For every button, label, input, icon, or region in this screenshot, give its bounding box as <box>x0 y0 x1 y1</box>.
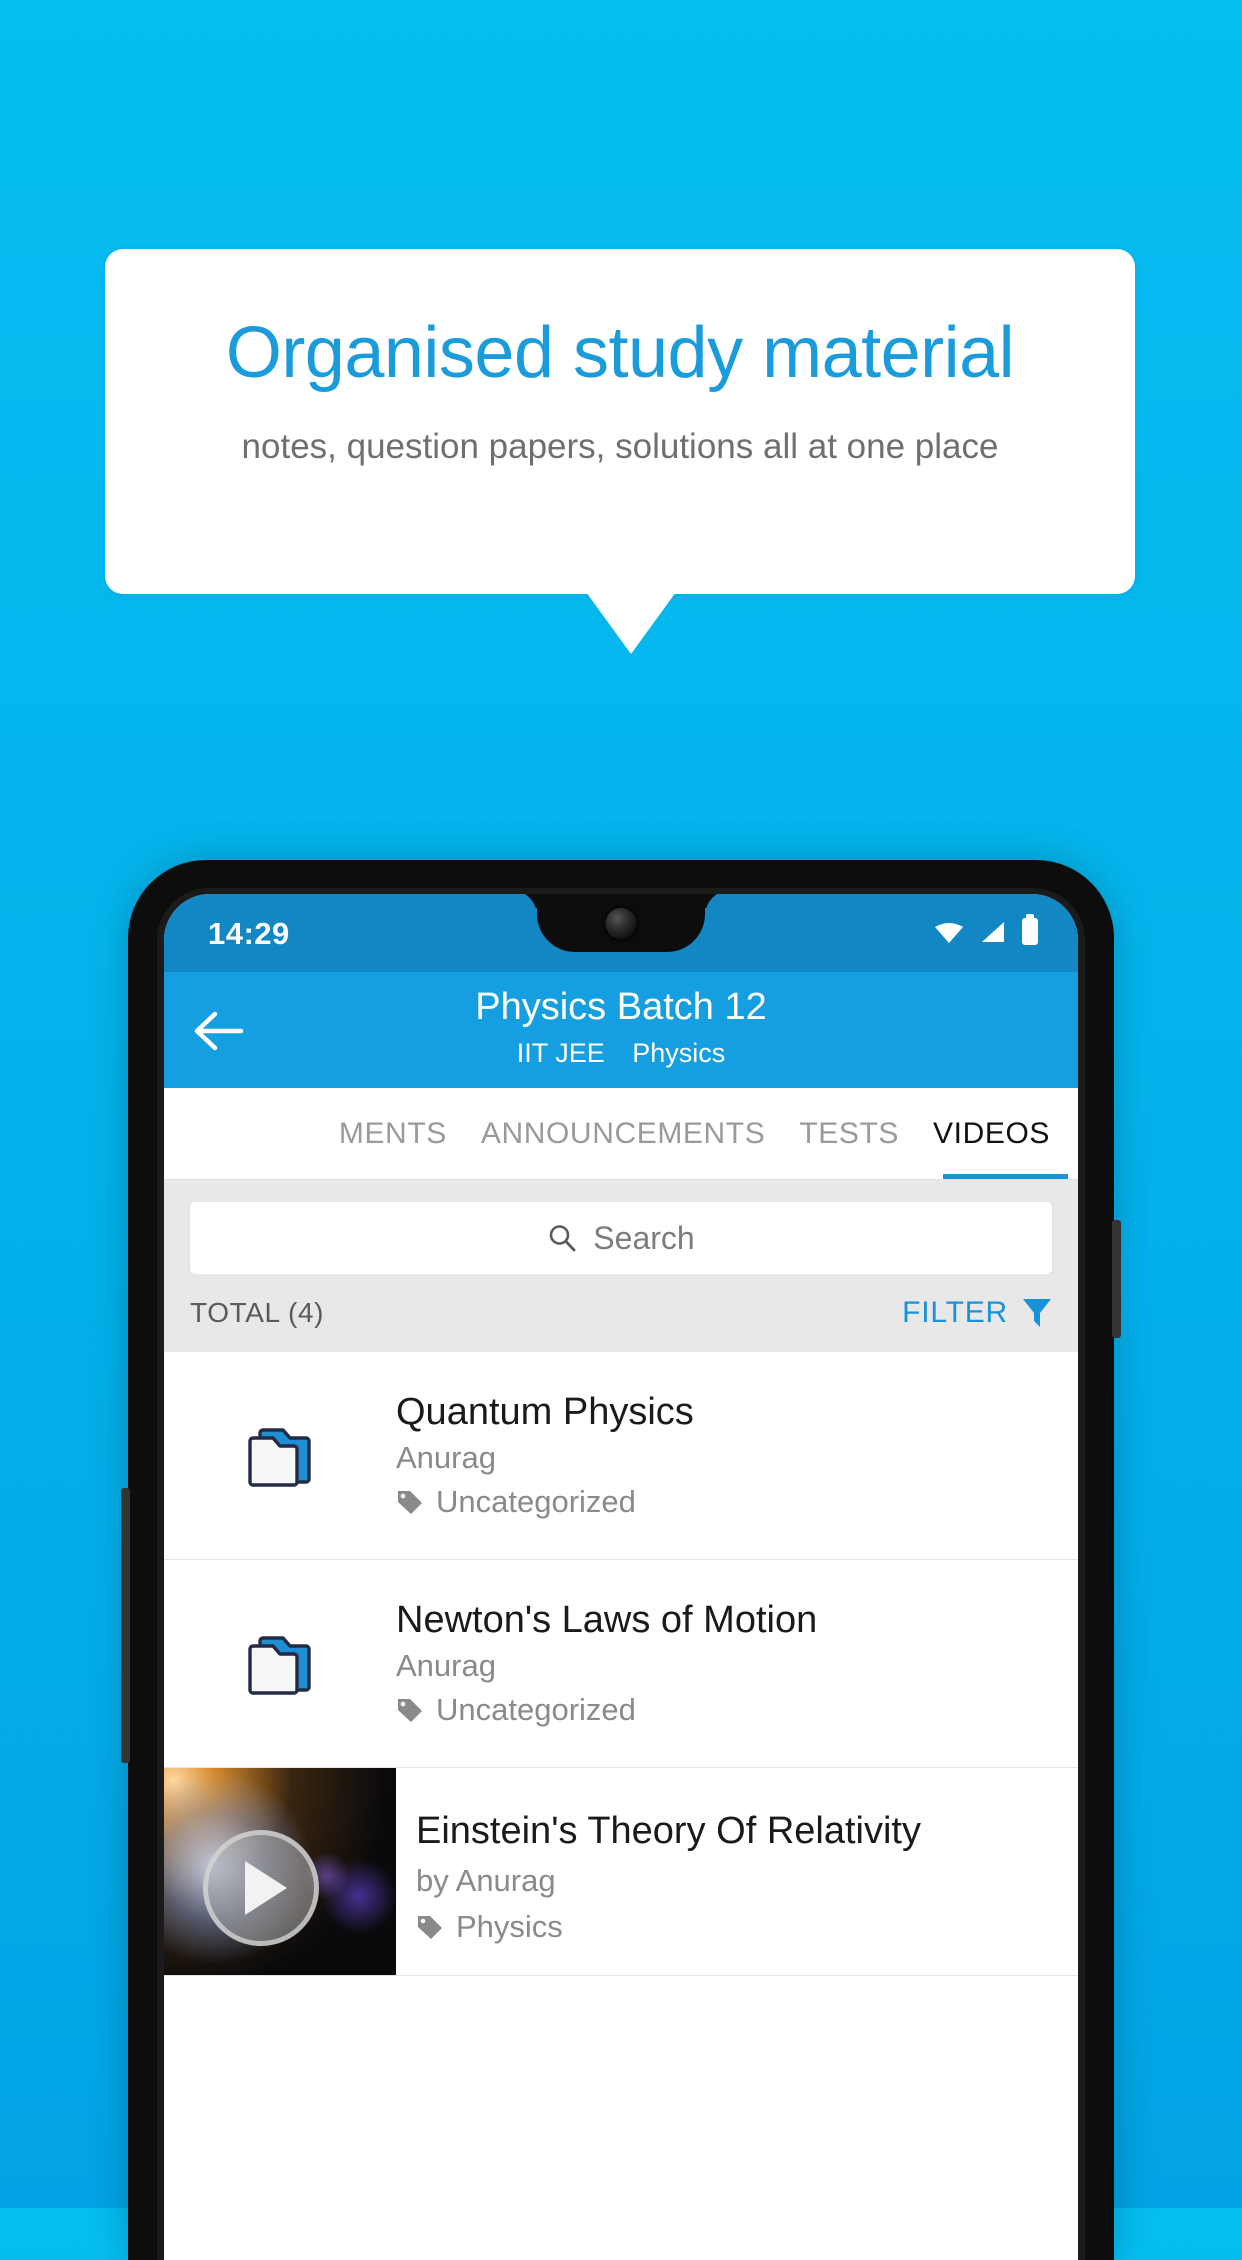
front-camera-icon <box>605 908 637 939</box>
play-icon[interactable] <box>203 1830 320 1947</box>
list-item-icon <box>164 1627 396 1701</box>
list-item[interactable]: Einstein's Theory Of Relativity by Anura… <box>164 1768 1078 1976</box>
list-item-title: Newton's Laws of Motion <box>396 1598 818 1641</box>
total-count-label: TOTAL (4) <box>190 1297 325 1328</box>
search-area: Search <box>164 1180 1078 1274</box>
tag-icon <box>398 1699 422 1723</box>
list-item-icon <box>164 1419 396 1493</box>
wifi-icon <box>935 922 963 943</box>
list-item-title: Quantum Physics <box>396 1390 694 1433</box>
tab-assignments[interactable]: MENTS <box>311 1088 481 1179</box>
list-item-tag: Uncategorized <box>436 1692 636 1728</box>
status-icons <box>934 914 1038 945</box>
list-toolbar: TOTAL (4) FILTER <box>164 1274 1078 1352</box>
list-item-author: Anurag <box>396 1648 496 1684</box>
list-item-tagline: Uncategorized <box>396 1692 1058 1728</box>
page-title: Physics Batch 12 <box>475 986 767 1028</box>
funnel-icon <box>1023 1299 1051 1327</box>
search-input[interactable]: Search <box>190 1202 1052 1274</box>
play-triangle <box>245 1861 288 1916</box>
search-placeholder: Search <box>593 1219 695 1256</box>
list-item-author: by Anurag <box>416 1863 556 1898</box>
filter-button[interactable]: FILTER <box>902 1296 1052 1330</box>
phone-bezel: 14:29 Physics Batch 12 IIT JEE Physics M… <box>157 888 1085 2260</box>
filter-label: FILTER <box>902 1296 1008 1329</box>
tag-icon <box>398 1491 422 1515</box>
list-item-tag: Uncategorized <box>436 1484 636 1520</box>
list-item-tagline: Physics <box>416 1909 1058 1945</box>
list-item-tagline: Uncategorized <box>396 1484 1058 1520</box>
status-time: 14:29 <box>208 916 290 951</box>
promo-card-tail <box>586 592 676 654</box>
notch <box>537 894 705 952</box>
promo-headline: Organised study material <box>225 313 1015 393</box>
search-icon <box>549 1225 576 1252</box>
folder-icon <box>248 1427 311 1487</box>
list-item[interactable]: Quantum Physics Anurag Uncategorized <box>164 1352 1078 1560</box>
status-bar: 14:29 <box>164 894 1078 972</box>
power-button[interactable] <box>1112 1220 1121 1338</box>
list-item-author: Anurag <box>396 1440 496 1476</box>
battery-icon <box>1022 914 1038 945</box>
promo-card: Organised study material notes, question… <box>105 249 1135 594</box>
list-item-title: Einstein's Theory Of Relativity <box>416 1810 921 1852</box>
phone-mockup: 14:29 Physics Batch 12 IIT JEE Physics M… <box>121 860 1121 2260</box>
folder-icon <box>248 1635 311 1695</box>
volume-button[interactable] <box>121 1488 130 1763</box>
phone-screen: 14:29 Physics Batch 12 IIT JEE Physics M… <box>164 894 1078 2260</box>
list-item-body: Einstein's Theory Of Relativity by Anura… <box>396 1768 1078 1975</box>
promo-subheadline: notes, question papers, solutions all at… <box>241 427 999 466</box>
list-item-tag: Physics <box>456 1909 563 1944</box>
video-list: Quantum Physics Anurag Uncategorized New… <box>164 1352 1078 1976</box>
signal-icon <box>982 921 1004 942</box>
list-item-body: Quantum Physics Anurag Uncategorized <box>396 1391 1078 1521</box>
list-item-body: Newton's Laws of Motion Anurag Uncategor… <box>396 1599 1078 1729</box>
subtitle-exam: IIT JEE <box>516 1038 605 1068</box>
tab-videos[interactable]: VIDEOS <box>933 1088 1078 1179</box>
list-item[interactable]: Newton's Laws of Motion Anurag Uncategor… <box>164 1560 1078 1768</box>
app-bar: Physics Batch 12 IIT JEE Physics <box>164 972 1078 1088</box>
tag-icon <box>418 1916 442 1939</box>
page-subtitle: IIT JEE Physics <box>164 1038 1078 1069</box>
tab-bar: MENTS ANNOUNCEMENTS TESTS VIDEOS <box>164 1088 1078 1180</box>
tab-announcements[interactable]: ANNOUNCEMENTS <box>481 1088 799 1179</box>
tab-tests[interactable]: TESTS <box>799 1088 933 1179</box>
video-thumbnail[interactable] <box>164 1768 396 1975</box>
subtitle-subject: Physics <box>632 1038 726 1068</box>
